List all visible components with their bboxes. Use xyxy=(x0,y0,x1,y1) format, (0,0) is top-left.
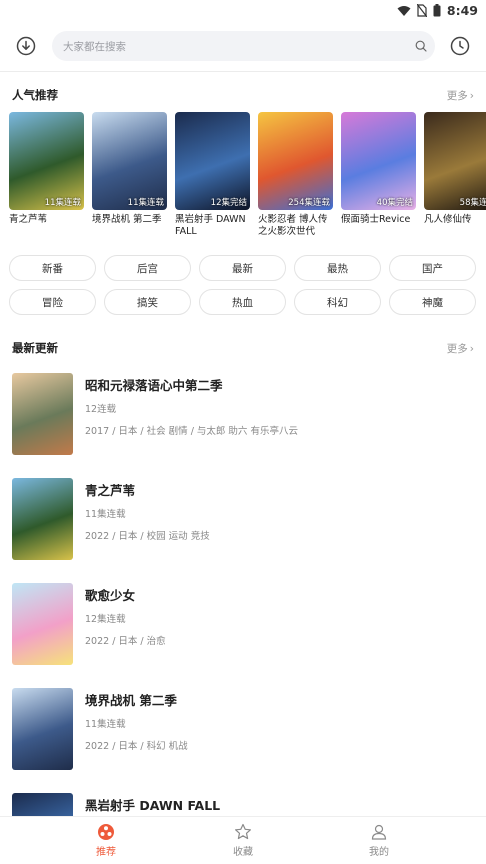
latest-list-item[interactable]: 境界战机 第二季 11集连载 2022 / 日本 / 科幻 机战 xyxy=(12,688,474,772)
poster-image: 11集连载 xyxy=(92,112,167,210)
latest-item-meta: 2022 / 日本 / 科幻 机战 xyxy=(85,741,188,752)
latest-item-title: 境界战机 第二季 xyxy=(85,693,177,708)
wifi-icon xyxy=(397,5,411,16)
episode-badge: 58集连载 xyxy=(459,198,486,208)
latest-item-status: 12集连载 xyxy=(85,614,126,625)
tag-chip[interactable]: 神魔 xyxy=(389,289,476,315)
episode-badge: 12集完结 xyxy=(210,198,247,208)
latest-item-title: 昭和元禄落语心中第二季 xyxy=(85,378,223,393)
battery-icon xyxy=(433,4,441,17)
user-icon xyxy=(339,823,419,841)
status-time: 8:49 xyxy=(446,3,478,18)
nav-item-2[interactable]: 我的 xyxy=(339,823,419,858)
popular-title: 人气推荐 xyxy=(12,88,58,102)
popular-card[interactable]: 11集连载 境界战机 第二季 xyxy=(92,112,167,226)
star-icon xyxy=(203,823,283,841)
recommend-icon xyxy=(66,823,146,841)
nav-item-0[interactable]: 推荐 xyxy=(66,823,146,858)
latest-more-link[interactable]: 更多 › xyxy=(447,341,474,356)
search-placeholder: 大家都在搜索 xyxy=(63,41,126,53)
top-divider xyxy=(0,71,486,72)
episode-badge: 11集连载 xyxy=(127,198,164,208)
popular-card[interactable]: 58集连载 凡人修仙传 xyxy=(424,112,486,226)
popular-card-title: 假面骑士Revice xyxy=(341,214,411,225)
history-icon[interactable] xyxy=(449,35,471,57)
tag-chip[interactable]: 后宫 xyxy=(104,255,191,281)
poster-image: 11集连载 xyxy=(9,112,84,210)
tag-chip[interactable]: 最新 xyxy=(199,255,286,281)
latest-title: 最新更新 xyxy=(12,341,58,355)
poster-image: 12集完结 xyxy=(175,112,250,210)
popular-card[interactable]: 254集连载 火影忍者 博人传之火影次世代 xyxy=(258,112,333,238)
latest-item-title: 黑岩射手 DAWN FALL xyxy=(85,798,221,813)
poster-thumbnail xyxy=(12,478,73,560)
popular-card[interactable]: 12集完结 黑岩射手 DAWN FALL xyxy=(175,112,250,238)
bottom-nav: 推荐 收藏 我的 xyxy=(0,816,486,864)
popular-card-title: 青之芦苇 xyxy=(9,214,48,225)
chevron-right-icon: › xyxy=(469,342,474,355)
latest-list-item[interactable]: 青之芦苇 11集连载 2022 / 日本 / 校园 运动 竞技 xyxy=(12,478,474,562)
latest-item-meta: 2022 / 日本 / 治愈 xyxy=(85,636,166,647)
tag-chip[interactable]: 国产 xyxy=(389,255,476,281)
no-sim-icon xyxy=(416,4,427,17)
popular-card-title: 黑岩射手 DAWN FALL xyxy=(175,214,246,237)
latest-item-meta: 2017 / 日本 / 社会 剧情 / 与太郎 助六 有乐亭八云 xyxy=(85,426,298,437)
latest-item-status: 11集连载 xyxy=(85,509,126,520)
latest-item-status: 11集连载 xyxy=(85,719,126,730)
tag-chip[interactable]: 热血 xyxy=(199,289,286,315)
poster-thumbnail xyxy=(12,373,73,455)
popular-card-title: 火影忍者 博人传之火影次世代 xyxy=(258,214,328,237)
popular-header: 人气推荐 更多 › xyxy=(12,87,474,105)
episode-badge: 40集完结 xyxy=(376,198,413,208)
latest-item-title: 青之芦苇 xyxy=(85,483,136,498)
episode-badge: 254集连载 xyxy=(288,198,330,208)
poster-image: 40集完结 xyxy=(341,112,416,210)
latest-list-item[interactable]: 歌愈少女 12集连载 2022 / 日本 / 治愈 xyxy=(12,583,474,667)
tag-chip[interactable]: 新番 xyxy=(9,255,96,281)
poster-thumbnail xyxy=(12,688,73,770)
chevron-right-icon: › xyxy=(469,89,474,102)
popular-more-link[interactable]: 更多 › xyxy=(447,88,474,103)
tag-chip[interactable]: 冒险 xyxy=(9,289,96,315)
popular-card[interactable]: 11集连载 青之芦苇 xyxy=(9,112,84,226)
popular-card-title: 凡人修仙传 xyxy=(424,214,472,225)
tag-chip[interactable]: 最热 xyxy=(294,255,381,281)
popular-card[interactable]: 40集完结 假面骑士Revice xyxy=(341,112,416,226)
latest-item-meta: 2022 / 日本 / 校园 运动 竞技 xyxy=(85,531,210,542)
search-bar[interactable]: 大家都在搜索 xyxy=(52,31,435,61)
nav-label: 推荐 xyxy=(96,847,116,858)
nav-item-1[interactable]: 收藏 xyxy=(203,823,283,858)
status-bar: 8:49 xyxy=(0,0,486,22)
latest-item-title: 歌愈少女 xyxy=(85,588,136,603)
top-bar: 大家都在搜索 xyxy=(0,30,486,62)
poster-image: 254集连载 xyxy=(258,112,333,210)
tag-chip[interactable]: 搞笑 xyxy=(104,289,191,315)
nav-label: 收藏 xyxy=(233,847,253,858)
tag-chip[interactable]: 科幻 xyxy=(294,289,381,315)
nav-label: 我的 xyxy=(369,847,389,858)
latest-item-status: 12连载 xyxy=(85,404,117,415)
episode-badge: 11集连载 xyxy=(44,198,81,208)
popular-carousel[interactable]: 11集连载 青之芦苇 11集连载 境界战机 第二季 12集完结 黑岩射手 DAW… xyxy=(9,112,486,242)
poster-thumbnail xyxy=(12,583,73,665)
latest-list-item[interactable]: 昭和元禄落语心中第二季 12连载 2017 / 日本 / 社会 剧情 / 与太郎… xyxy=(12,373,474,457)
popular-card-title: 境界战机 第二季 xyxy=(92,214,162,225)
poster-image: 58集连载 xyxy=(424,112,486,210)
search-icon[interactable] xyxy=(415,40,427,52)
latest-header: 最新更新 更多 › xyxy=(12,340,474,358)
download-icon[interactable] xyxy=(15,35,37,57)
